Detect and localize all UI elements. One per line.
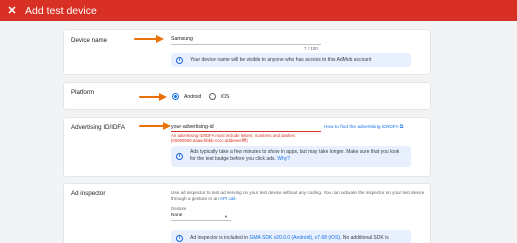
- why-link[interactable]: Why?: [277, 156, 290, 162]
- gesture-label: Gesture: [171, 206, 187, 211]
- dialog-header: ✕ Add test device: [0, 0, 517, 21]
- device-name-label: Device name: [71, 37, 108, 44]
- advertising-id-card: Advertising ID/IDFA your-advertising-id …: [63, 117, 431, 177]
- info-icon: i: [176, 153, 183, 160]
- ios-radio-label[interactable]: iOS: [221, 94, 229, 100]
- external-link-icon: ⧉: [399, 125, 404, 130]
- ad-inspector-info-text: Ad inspector is included in GMA SDK v20.…: [190, 234, 389, 241]
- advertising-id-input[interactable]: your-advertising-id: [171, 124, 214, 130]
- ad-inspector-info-box: i Ad inspector is included in GMA SDK v2…: [171, 230, 411, 243]
- android-radio[interactable]: [172, 93, 179, 100]
- info-icon: i: [176, 56, 183, 64]
- gesture-select[interactable]: None: [171, 213, 182, 218]
- device-name-counter: 7 / 100: [304, 46, 318, 51]
- device-name-info-text: Your device name will be visible to anyo…: [190, 56, 372, 63]
- ad-inspector-label: Ad inspector: [71, 190, 106, 197]
- ad-inspector-desc-line2: through a gesture or an API call.: [171, 196, 237, 201]
- api-call-link[interactable]: API call: [220, 196, 236, 201]
- android-radio-label[interactable]: Android: [184, 94, 201, 100]
- annotation-arrow: [139, 93, 167, 101]
- advertising-id-underline: [171, 131, 321, 133]
- gma-sdk-link[interactable]: GMA SDK v20.0.0 (Android), v7.68 (iOS): [249, 235, 340, 241]
- advertising-id-info-line1: Ads typically take a few minutes to show…: [190, 149, 400, 155]
- platform-label: Platform: [71, 89, 95, 96]
- device-name-underline: [171, 44, 321, 45]
- ad-inspector-card: Ad inspector Use ad inspector to test ad…: [63, 183, 431, 243]
- advertising-id-error-line2: (00000000-aaaa-bbbb-cccc-dddeeeeffff): [171, 138, 248, 143]
- annotation-arrow: [139, 122, 171, 130]
- annotation-arrow: [134, 35, 164, 43]
- advertising-id-info-line2: for the test badge before you click ads.…: [190, 156, 291, 162]
- device-name-card: Device name Samsung 7 / 100 i Your devic…: [63, 29, 431, 75]
- advertising-id-info-box: i Ads typically take a few minutes to sh…: [171, 146, 411, 167]
- device-name-input[interactable]: Samsung: [171, 36, 193, 42]
- find-advertising-id-link[interactable]: How to find the advertising ID/IDFA ⧉: [324, 124, 403, 130]
- ios-radio[interactable]: [209, 93, 216, 100]
- advertising-id-label: Advertising ID/IDFA: [71, 124, 125, 131]
- chevron-down-icon[interactable]: ▼: [224, 214, 228, 219]
- gesture-select-underline: [171, 220, 231, 221]
- info-icon: i: [176, 234, 183, 242]
- platform-card: Platform Android iOS: [63, 82, 431, 110]
- device-name-info-box: i Your device name will be visible to an…: [171, 53, 411, 67]
- close-icon[interactable]: ✕: [0, 4, 20, 17]
- dialog-title: Add test device: [25, 4, 97, 17]
